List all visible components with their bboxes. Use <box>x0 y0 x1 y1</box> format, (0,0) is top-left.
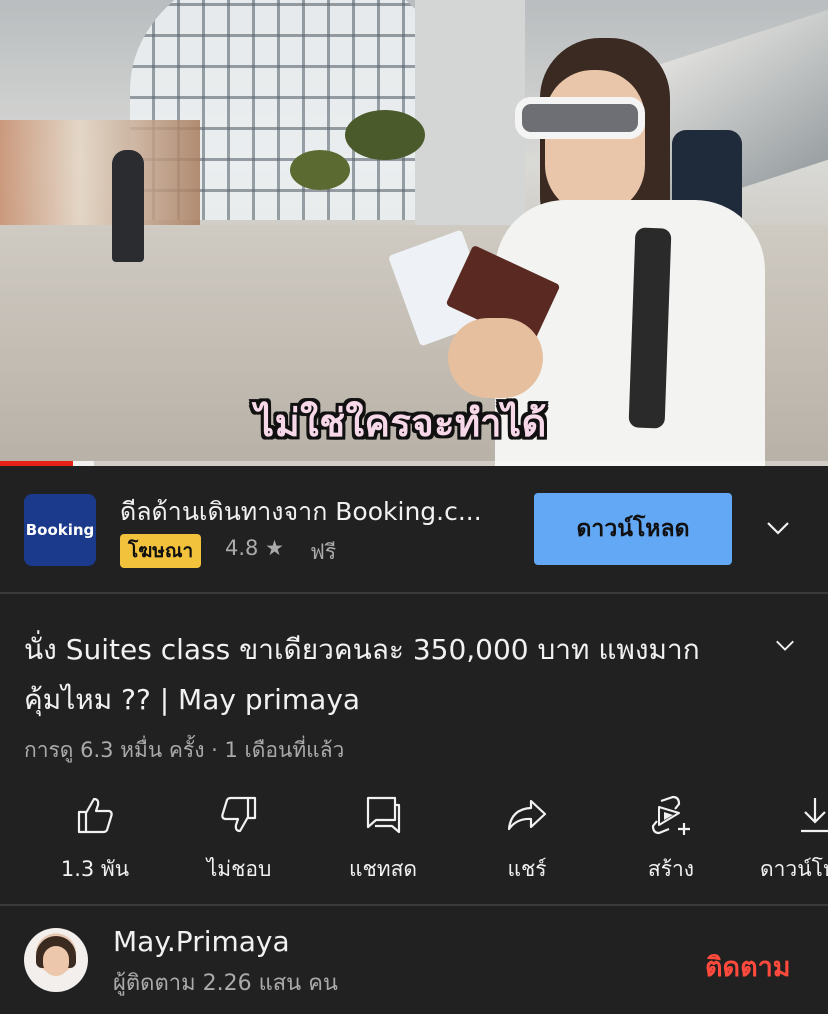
channel-name[interactable]: May.Primaya <box>113 925 290 958</box>
video-meta: การดู 6.3 หมื่น ครั้ง · 1 เดือนที่แล้ว <box>24 738 345 762</box>
duty-free-shop <box>0 120 200 230</box>
subscriber-count: ผู้ติดตาม 2.26 แสน คน <box>113 971 338 996</box>
ad-price: ฟรี <box>310 540 337 564</box>
divider <box>0 904 828 906</box>
remix-icon <box>651 795 690 835</box>
share-button[interactable]: แชร์ <box>457 795 597 886</box>
live-chat-icon <box>366 796 401 834</box>
dislike-icon <box>221 796 257 833</box>
subscribe-button[interactable]: ติดตาม <box>705 945 791 988</box>
live-chat-button[interactable]: แชทสด <box>313 795 453 886</box>
booking-logo[interactable]: Booking <box>24 494 96 566</box>
ad-banner[interactable]: Booking ดีลด้านเดินทางจาก Booking.c... โ… <box>0 466 828 592</box>
video-subtitle: ไม่ใช่ใครจะทำได้ <box>255 401 547 445</box>
sunglasses <box>515 97 645 139</box>
channel-avatar[interactable] <box>24 928 88 992</box>
like-icon <box>77 797 113 834</box>
chevron-down-icon[interactable] <box>774 634 796 656</box>
ad-rating: 4.8 ★ <box>225 536 284 560</box>
divider <box>0 592 828 594</box>
video-title[interactable]: นั่ง Suites class ขาเดียวคนละ 350,000 บา… <box>24 625 724 725</box>
ad-title[interactable]: ดีลด้านเดินทางจาก Booking.c... <box>120 492 482 532</box>
download-icon <box>801 798 828 833</box>
dislike-button[interactable]: ไม่ชอบ <box>169 795 309 886</box>
download-button[interactable]: ดาวน์โห <box>745 795 828 886</box>
chevron-down-icon[interactable] <box>766 516 790 540</box>
ad-badge: โฆษณา <box>120 534 202 568</box>
video-player[interactable]: ไม่ใช่ใครจะทำได้ <box>0 0 828 466</box>
ad-download-button[interactable]: ดาวน์โหลด <box>534 493 732 565</box>
like-button[interactable]: 1.3 พัน <box>25 795 165 886</box>
background-person <box>112 150 144 262</box>
create-button[interactable]: สร้าง <box>601 795 741 886</box>
share-icon <box>507 799 547 831</box>
